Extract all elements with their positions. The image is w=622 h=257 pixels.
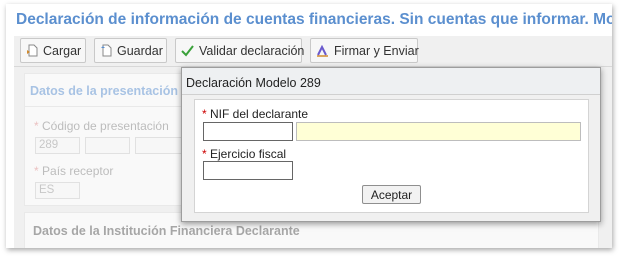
nif-input[interactable] (203, 122, 293, 141)
accept-button[interactable]: Aceptar (362, 185, 421, 204)
page-title: Declaración de información de cuentas fi… (16, 11, 612, 28)
toolbar: Cargar Guardar Validar declaración Firma… (14, 36, 612, 67)
load-icon (26, 44, 38, 58)
dialog-header: Declaración Modelo 289 (182, 68, 600, 95)
checkmark-icon (181, 44, 194, 58)
save-icon (100, 44, 112, 58)
required-marker: * (202, 147, 207, 161)
validate-button-label: Validar declaración (199, 43, 305, 58)
sign-and-send-button[interactable]: Firmar y Enviar (310, 38, 419, 63)
sign-icon (316, 44, 329, 58)
save-button-label: Guardar (117, 43, 163, 58)
fiscal-year-input[interactable] (203, 161, 293, 180)
required-marker: * (202, 107, 207, 121)
nif-label: * NIF del declarante (202, 107, 309, 121)
declaration-dialog: Declaración Modelo 289 * NIF del declara… (181, 67, 601, 222)
save-button[interactable]: Guardar (94, 38, 167, 63)
dialog-body: * NIF del declarante * Ejercicio fiscal … (194, 99, 589, 213)
sign-and-send-button-label: Firmar y Enviar (334, 43, 419, 58)
year-label: * Ejercicio fiscal (202, 147, 287, 161)
load-button[interactable]: Cargar (20, 38, 86, 63)
dialog-title: Declaración Modelo 289 (186, 76, 321, 90)
load-button-label: Cargar (43, 43, 82, 58)
declarant-name-input[interactable] (296, 122, 581, 141)
validate-button[interactable]: Validar declaración (175, 38, 305, 63)
